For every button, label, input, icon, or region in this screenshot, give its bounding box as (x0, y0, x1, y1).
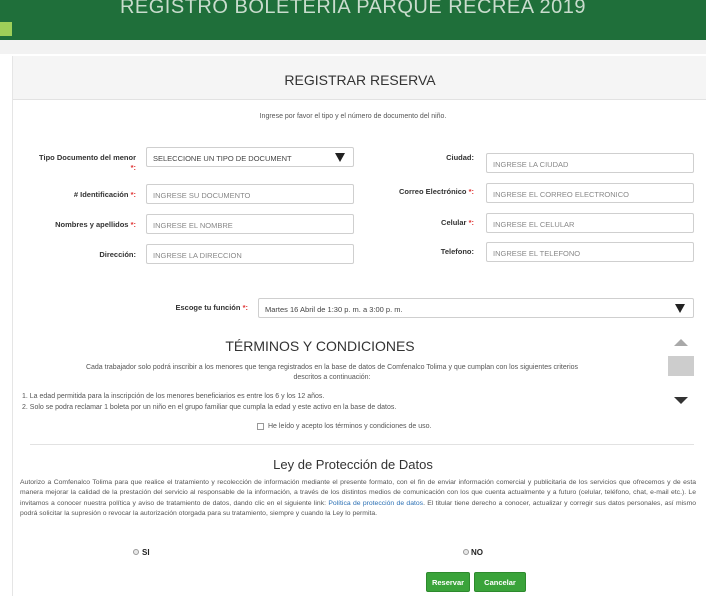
scroll-up-icon[interactable] (674, 339, 688, 346)
ley-text: Autorizo a Comfenalco Tolima para que re… (20, 479, 697, 518)
ciudad-input[interactable]: INGRESE LA CIUDAD (486, 153, 694, 173)
terms-title: TÉRMINOS Y CONDICIONES (225, 338, 415, 354)
correo-label: Correo Electrónico *: (398, 187, 474, 196)
terms-item-1: 1. La edad permitida para la inscripción… (22, 393, 325, 400)
terms-item-2: 2. Solo se podra reclamar 1 boleta por u… (22, 404, 397, 411)
terms-scrollbar-thumb[interactable] (668, 356, 694, 376)
form-title: REGISTRAR RESERVA (284, 72, 436, 88)
identificacion-input[interactable]: INGRESE SU DOCUMENTO (146, 184, 354, 204)
chevron-down-icon (675, 304, 685, 313)
chevron-down-icon (335, 153, 345, 162)
radio-si[interactable] (133, 549, 139, 555)
banner-spacer (0, 40, 706, 54)
correo-input[interactable]: INGRESE EL CORREO ELECTRONICO (486, 183, 694, 203)
tipo-documento-label: Tipo Documento del menor *: (39, 153, 136, 172)
privacy-policy-link[interactable]: Política de protección de datos (328, 500, 423, 507)
radio-no-label: NO (471, 548, 483, 557)
reservar-button[interactable]: Reservar (426, 572, 470, 592)
nombres-label: Nombres y apellidos *: (55, 220, 136, 229)
ciudad-label: Ciudad: (446, 153, 474, 162)
tipo-documento-select[interactable]: SELECCIONE UN TIPO DE DOCUMENT (146, 147, 354, 167)
celular-input[interactable]: INGRESE EL CELULAR (486, 213, 694, 233)
identificacion-label: # Identificación *: (73, 190, 136, 199)
funcion-label: Escoge tu función *: (175, 303, 248, 312)
card-header: REGISTRAR RESERVA (13, 56, 706, 100)
cancelar-button[interactable]: Cancelar (474, 572, 526, 592)
scroll-down-icon[interactable] (674, 397, 688, 404)
accept-terms-label: He leído y acepto los términos y condici… (268, 423, 432, 430)
ley-title: Ley de Protección de Datos (273, 457, 433, 472)
radio-si-label: SI (142, 548, 150, 557)
accept-terms-checkbox[interactable] (257, 423, 264, 430)
form-intro: Ingrese por favor el tipo y el número de… (259, 113, 447, 120)
direccion-input[interactable]: INGRESE LA DIRECCION (146, 244, 354, 264)
funcion-select[interactable]: Martes 16 Abril de 1:30 p. m. a 3:00 p. … (258, 298, 694, 318)
section-divider (30, 444, 694, 445)
nombres-input[interactable]: INGRESE EL NOMBRE (146, 214, 354, 234)
terms-intro: Cada trabajador solo podrá inscribir a l… (85, 364, 579, 381)
banner-accent-stripe (0, 22, 12, 36)
celular-label: Celular *: (441, 218, 474, 227)
tipo-documento-value: SELECCIONE UN TIPO DE DOCUMENT (153, 154, 292, 163)
funcion-value: Martes 16 Abril de 1:30 p. m. a 3:00 p. … (265, 305, 403, 314)
page-title: REGISTRO BOLETERIA PARQUE RECREA 2019 (119, 0, 587, 18)
telefono-input[interactable]: INGRESE EL TELEFONO (486, 242, 694, 262)
top-banner: REGISTRO BOLETERIA PARQUE RECREA 2019 (0, 0, 706, 40)
telefono-label: Telefono: (440, 247, 474, 256)
direccion-label: Dirección: (99, 250, 136, 259)
radio-no[interactable] (463, 549, 469, 555)
